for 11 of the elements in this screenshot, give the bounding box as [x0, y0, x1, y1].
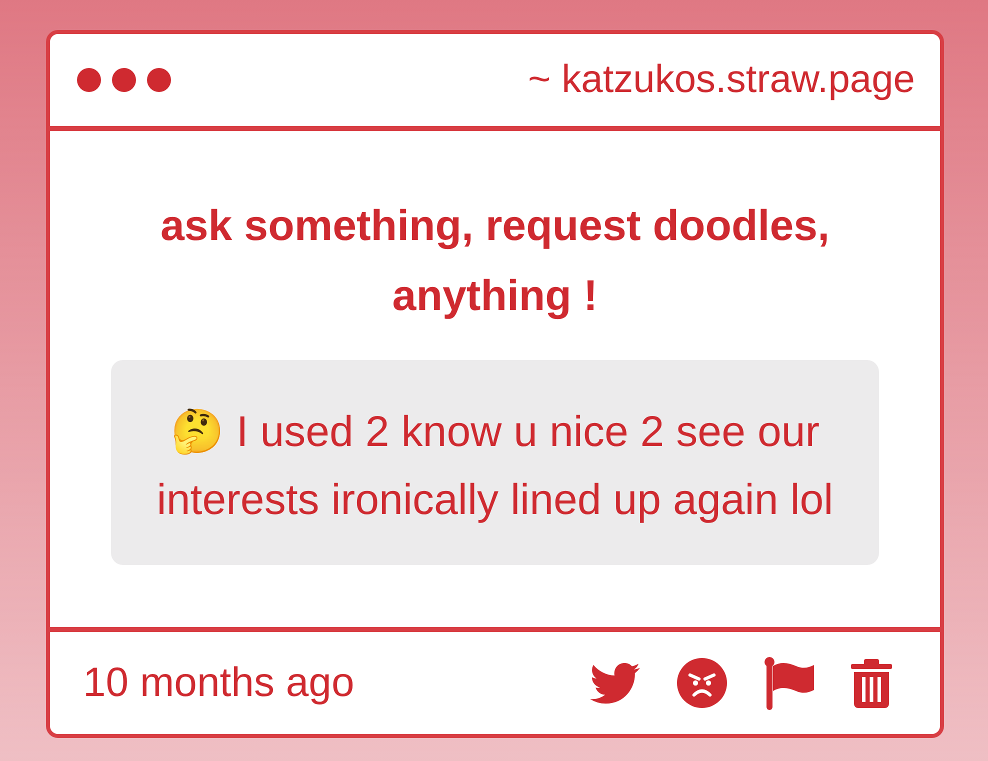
trash-icon[interactable]: [851, 658, 892, 708]
window-dot-icon: [112, 68, 136, 92]
window-dot-icon: [77, 68, 101, 92]
timestamp: 10 months ago: [83, 658, 354, 708]
angry-face-icon[interactable]: [677, 658, 727, 708]
page-address: ~ katzukos.straw.page: [528, 56, 915, 103]
question-text: 🤔 I used 2 know u nice 2 see our interests ironically lined up again lol: [156, 407, 834, 526]
bird-icon[interactable]: [590, 662, 640, 704]
prompt-heading: ask something, request doodles, anything !: [159, 201, 831, 322]
window-dot-icon: [147, 68, 171, 92]
flag-icon[interactable]: [764, 656, 814, 710]
